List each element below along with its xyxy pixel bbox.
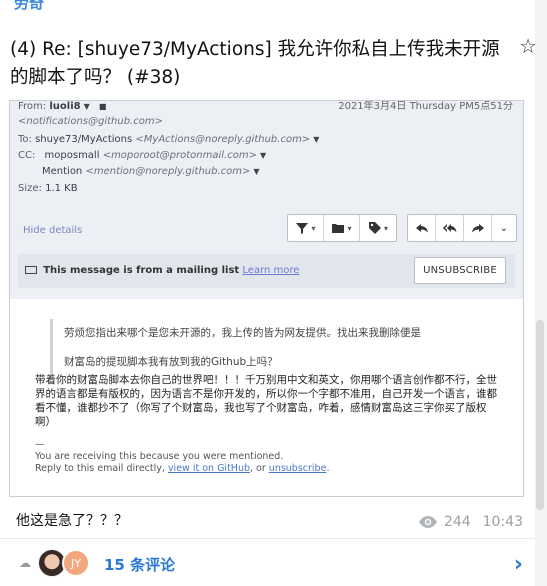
email-screenshot: 2021年3月4日 Thursday PM5点51分 From: luoli8 ▼… (9, 100, 524, 497)
chevron-down-icon[interactable]: ▼ (253, 167, 259, 176)
forward-icon (471, 224, 484, 233)
comment-text: 他这是急了？？？ (16, 513, 128, 529)
comments-bar[interactable]: ☁ JY 15 条评论 › (0, 546, 535, 582)
from-name: luoli8 (49, 101, 81, 112)
unsubscribe-button[interactable]: UNSUBSCRIBE (414, 257, 506, 284)
mailing-list-text: This message is from a mailing list (43, 265, 240, 276)
move-button[interactable]: ▾ (324, 215, 360, 241)
view-count: 244 (443, 514, 471, 530)
chevron-right-icon[interactable]: › (514, 552, 523, 577)
forward-button[interactable] (464, 215, 492, 241)
cc2-row: Mention <mention@noreply.github.com> ▼ (42, 166, 260, 177)
author-tag[interactable]: 劳奇 (14, 0, 44, 13)
filter-button[interactable]: ▾ (288, 215, 324, 241)
reply-text: 带着你的财富岛脚本去你自己的世界吧！！！千万别用中文和英文，你用哪个语言创作都不… (35, 374, 497, 428)
scrollbar-thumb[interactable] (536, 320, 544, 510)
tag-icon (368, 222, 381, 234)
view-on-github-link[interactable]: view it on GitHub (168, 463, 250, 474)
reply-all-button[interactable] (436, 215, 464, 241)
folder-icon (332, 224, 345, 233)
chevron-down-icon[interactable]: ▼ (313, 135, 319, 144)
from-row: From: luoli8 ▼ ■ (18, 101, 107, 112)
reply-toolbar: ⌄ (407, 214, 517, 242)
email-footer: — You are receiving this because you wer… (35, 439, 330, 474)
email-date: 2021年3月4日 Thursday PM5点51分 (338, 101, 513, 112)
cloud-icon: ☁ (19, 556, 31, 570)
tag-button[interactable]: ▾ (360, 215, 396, 241)
reply-all-icon (442, 224, 456, 233)
mailing-list-bar: This message is from a mailing list Lear… (18, 254, 515, 288)
more-button[interactable]: ⌄ (492, 215, 516, 241)
size-row: Size: 1.1 KB (18, 183, 78, 194)
scrollbar[interactable] (535, 0, 547, 586)
quoted-text: 劳烦您指出来哪个是您未开源的，我上传的皆为网友提供。找出来我删除便是 财富岛的提… (50, 319, 510, 377)
divider (0, 538, 535, 539)
more-chevron-icon: ⌄ (499, 222, 509, 234)
cc2-name: Mention (42, 166, 83, 177)
hide-details-link[interactable]: Hide details (23, 225, 82, 236)
organize-toolbar: ▾ ▾ ▾ (287, 214, 397, 242)
reply-button[interactable] (408, 215, 436, 241)
lock-icon: ■ (98, 102, 107, 111)
to-name: shuye73/MyActions (35, 134, 133, 145)
chevron-down-icon[interactable]: ▼ (260, 151, 266, 160)
learn-more-link[interactable]: Learn more (242, 265, 299, 276)
eye-icon (418, 516, 437, 528)
post-title: (4) Re: [shuye73/MyActions] 我允许你私自上传我未开源… (10, 39, 500, 88)
avatar-initials: JY (62, 549, 90, 577)
post-time: 10:43 (482, 514, 523, 530)
cc-row: CC: moposmall <moporoot@protonmail.com> ▼ (18, 150, 267, 161)
comments-link[interactable]: 15 条评论 (104, 554, 175, 575)
filter-icon (296, 223, 309, 234)
unsubscribe-link[interactable]: unsubscribe (269, 463, 327, 474)
from-email-row: <notifications@github.com> (18, 116, 163, 127)
to-row: To: shuye73/MyActions <MyActions@noreply… (18, 134, 320, 145)
chevron-down-icon[interactable]: ▼ (84, 102, 90, 111)
mailing-list-icon (25, 266, 37, 274)
email-header: 2021年3月4日 Thursday PM5点51分 From: luoli8 ▼… (10, 101, 523, 299)
reply-icon (415, 224, 428, 233)
cc-name: moposmall (44, 150, 100, 161)
post-meta: 244 10:43 (418, 514, 523, 530)
